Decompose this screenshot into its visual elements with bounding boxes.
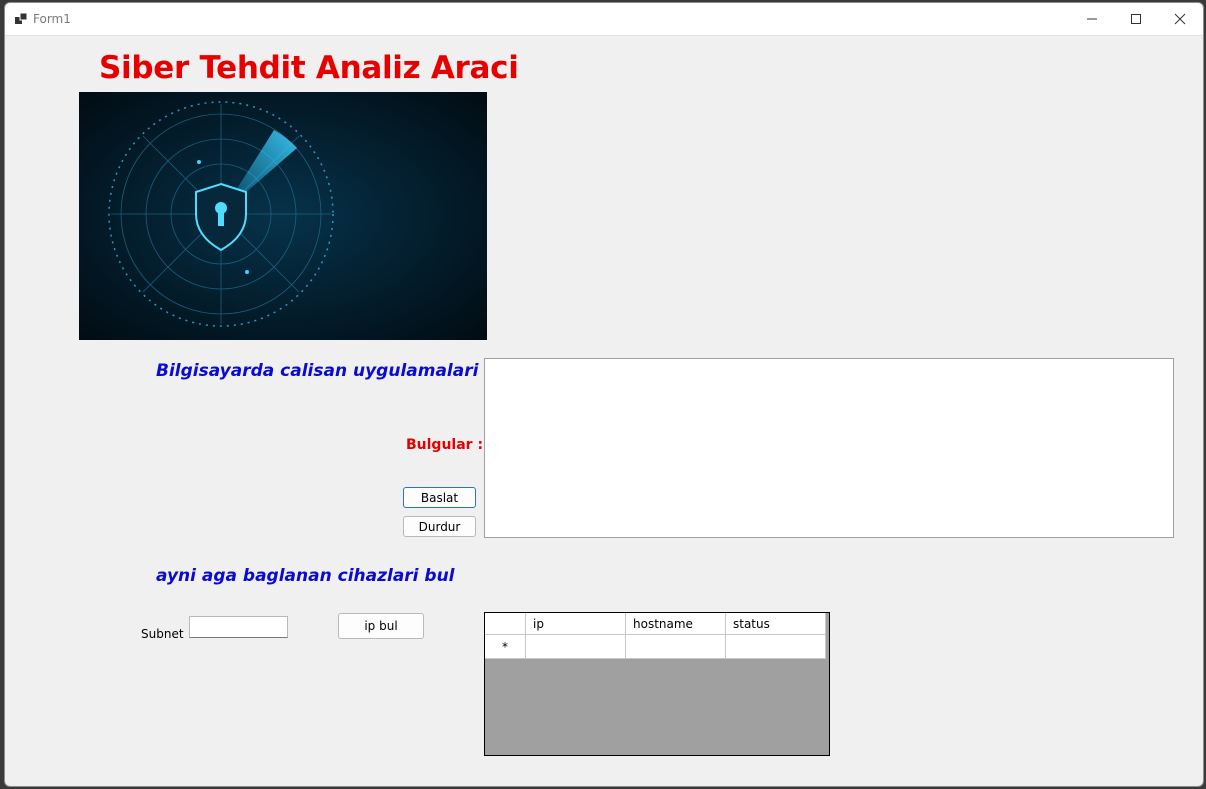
maximize-icon <box>1131 14 1141 24</box>
hero-image <box>79 92 487 340</box>
subnet-input[interactable] <box>189 616 288 638</box>
minimize-icon <box>1087 18 1097 20</box>
close-button[interactable] <box>1157 3 1203 35</box>
subnet-label: Subnet <box>141 627 184 641</box>
findings-textbox[interactable] <box>484 358 1174 538</box>
stop-button[interactable]: Durdur <box>403 516 476 537</box>
close-icon <box>1174 13 1186 25</box>
section-network-devices-label: ayni aga baglanan cihazlari bul <box>156 566 455 586</box>
maximize-button[interactable] <box>1113 3 1159 35</box>
column-header-hostname[interactable]: hostname <box>626 613 726 635</box>
new-row-marker[interactable]: * <box>485 635 526 659</box>
column-header-ip[interactable]: ip <box>526 613 626 635</box>
window-title: Form1 <box>33 12 71 26</box>
minimize-button[interactable] <box>1069 3 1115 35</box>
table-cell-hostname[interactable] <box>626 635 726 659</box>
table-cell-status[interactable] <box>726 635 826 659</box>
grid-header: ip hostname status <box>485 613 826 635</box>
findings-label: Bulgular : <box>406 437 484 453</box>
section-running-apps-label: Bilgisayarda calisan uygulamalari bul <box>156 361 515 381</box>
find-ip-button[interactable]: ip bul <box>338 613 424 639</box>
column-header-status[interactable]: status <box>726 613 826 635</box>
app-icon <box>15 13 27 24</box>
devices-grid[interactable]: ip hostname status * <box>484 612 830 756</box>
start-button[interactable]: Baslat <box>403 487 476 508</box>
grid-corner-cell[interactable] <box>485 613 526 635</box>
app-window: Form1 Siber Tehdit Analiz Araci Bilgisay… <box>4 2 1204 787</box>
title-bar[interactable]: Form1 <box>5 3 1203 36</box>
table-cell-ip[interactable] <box>526 635 626 659</box>
page-title: Siber Tehdit Analiz Araci <box>99 50 519 86</box>
shield-lock-icon <box>79 92 487 340</box>
table-row[interactable]: * <box>485 635 826 659</box>
